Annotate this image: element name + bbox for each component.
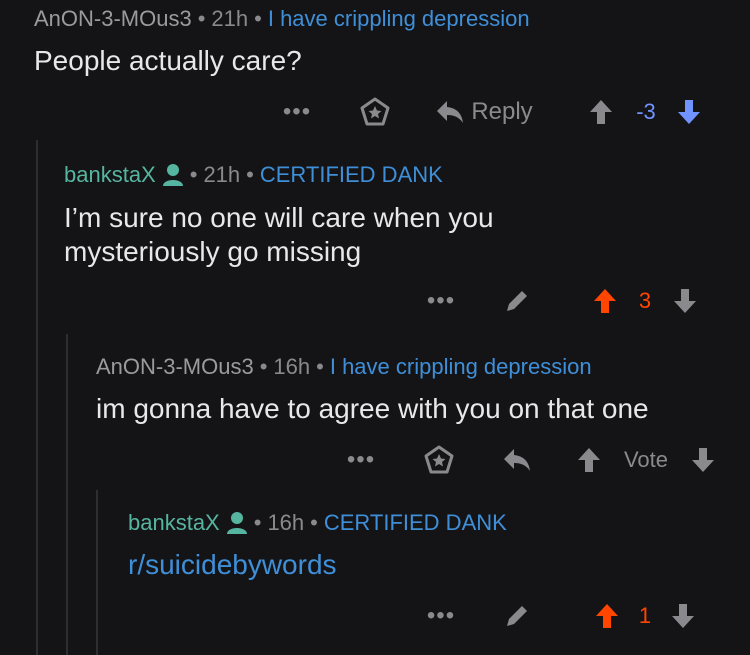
upvote-button[interactable] — [588, 97, 614, 127]
upvote-button[interactable] — [594, 601, 620, 631]
separator-dot: • — [246, 162, 254, 187]
award-button[interactable] — [424, 444, 454, 476]
timestamp: 21h — [211, 6, 249, 31]
vote-score: 1 — [638, 603, 652, 628]
thread-line[interactable] — [36, 140, 38, 655]
downvote-icon — [692, 448, 714, 472]
more-icon: ••• — [426, 602, 456, 629]
timestamp: 21h — [203, 162, 241, 187]
award-icon — [360, 97, 390, 126]
user-flair: I have crippling depression — [329, 354, 592, 379]
separator-dot: • — [310, 510, 318, 535]
comment-meta: bankstaX • 21h • CERTIFIED DANK — [64, 162, 443, 188]
reply-icon — [437, 101, 464, 123]
vote-label: Vote — [623, 447, 669, 472]
username[interactable]: bankstaX — [128, 510, 220, 536]
more-options-button[interactable]: ••• — [424, 287, 458, 315]
downvote-button[interactable] — [690, 445, 716, 475]
downvote-button[interactable] — [670, 601, 696, 631]
user-flair: CERTIFIED DANK — [323, 510, 507, 535]
downvote-button[interactable] — [672, 286, 698, 316]
thread-line[interactable] — [66, 334, 68, 655]
user-flair: I have crippling depression — [267, 6, 530, 31]
separator-dot: • — [259, 354, 268, 379]
subreddit-link[interactable]: r/suicidebywords — [128, 548, 337, 582]
vote-score: 3 — [638, 288, 652, 313]
separator-dot: • — [253, 510, 262, 535]
edit-icon — [507, 606, 527, 626]
separator-dot: • — [189, 162, 198, 187]
upvote-icon — [596, 604, 618, 628]
upvote-button[interactable] — [576, 445, 602, 475]
vote-score: -3 — [636, 99, 656, 124]
upvote-icon — [590, 100, 612, 124]
comment-body-line: mysteriously go missing — [64, 236, 362, 267]
downvote-icon — [674, 289, 696, 313]
person-icon — [162, 163, 184, 187]
upvote-button[interactable] — [592, 286, 618, 316]
downvote-button[interactable] — [676, 97, 702, 127]
timestamp: 16h — [273, 354, 311, 379]
comment-body: im gonna have to agree with you on that … — [96, 393, 649, 424]
comment-meta: AnON-3-MOus3 • 16h • I have crippling de… — [96, 354, 592, 380]
person-icon — [226, 511, 248, 535]
username[interactable]: AnON-3-MOus3 — [34, 6, 192, 32]
edit-icon — [507, 291, 527, 311]
more-icon: ••• — [346, 446, 376, 473]
more-options-button[interactable]: ••• — [424, 602, 458, 630]
comment-meta: bankstaX • 16h • CERTIFIED DANK — [128, 510, 507, 536]
downvote-icon — [672, 604, 694, 628]
upvote-icon — [578, 448, 600, 472]
more-options-button[interactable]: ••• — [344, 446, 378, 474]
separator-dot: • — [254, 6, 262, 31]
edit-button[interactable] — [502, 286, 532, 316]
more-icon: ••• — [426, 287, 456, 314]
separator-dot: • — [197, 6, 206, 31]
comment-meta: AnON-3-MOus3 • 21h • I have crippling de… — [34, 6, 530, 32]
reply-icon — [504, 449, 530, 471]
user-flair: CERTIFIED DANK — [259, 162, 443, 187]
award-button[interactable] — [360, 96, 390, 128]
username[interactable]: AnON-3-MOus3 — [96, 354, 254, 380]
timestamp: 16h — [267, 510, 305, 535]
edit-button[interactable] — [502, 601, 532, 631]
reply-button[interactable]: Reply — [432, 96, 536, 128]
more-options-button[interactable]: ••• — [280, 98, 314, 126]
comment-body-line: I’m sure no one will care when you — [64, 202, 494, 233]
reply-button[interactable] — [500, 445, 534, 475]
reply-label: Reply — [471, 98, 533, 125]
comment-body: People actually care? — [34, 45, 302, 76]
separator-dot: • — [316, 354, 324, 379]
upvote-icon — [594, 289, 616, 313]
more-icon: ••• — [282, 98, 312, 125]
thread-line[interactable] — [96, 490, 98, 655]
downvote-icon — [678, 100, 700, 124]
username[interactable]: bankstaX — [64, 162, 156, 188]
award-icon — [424, 445, 454, 474]
